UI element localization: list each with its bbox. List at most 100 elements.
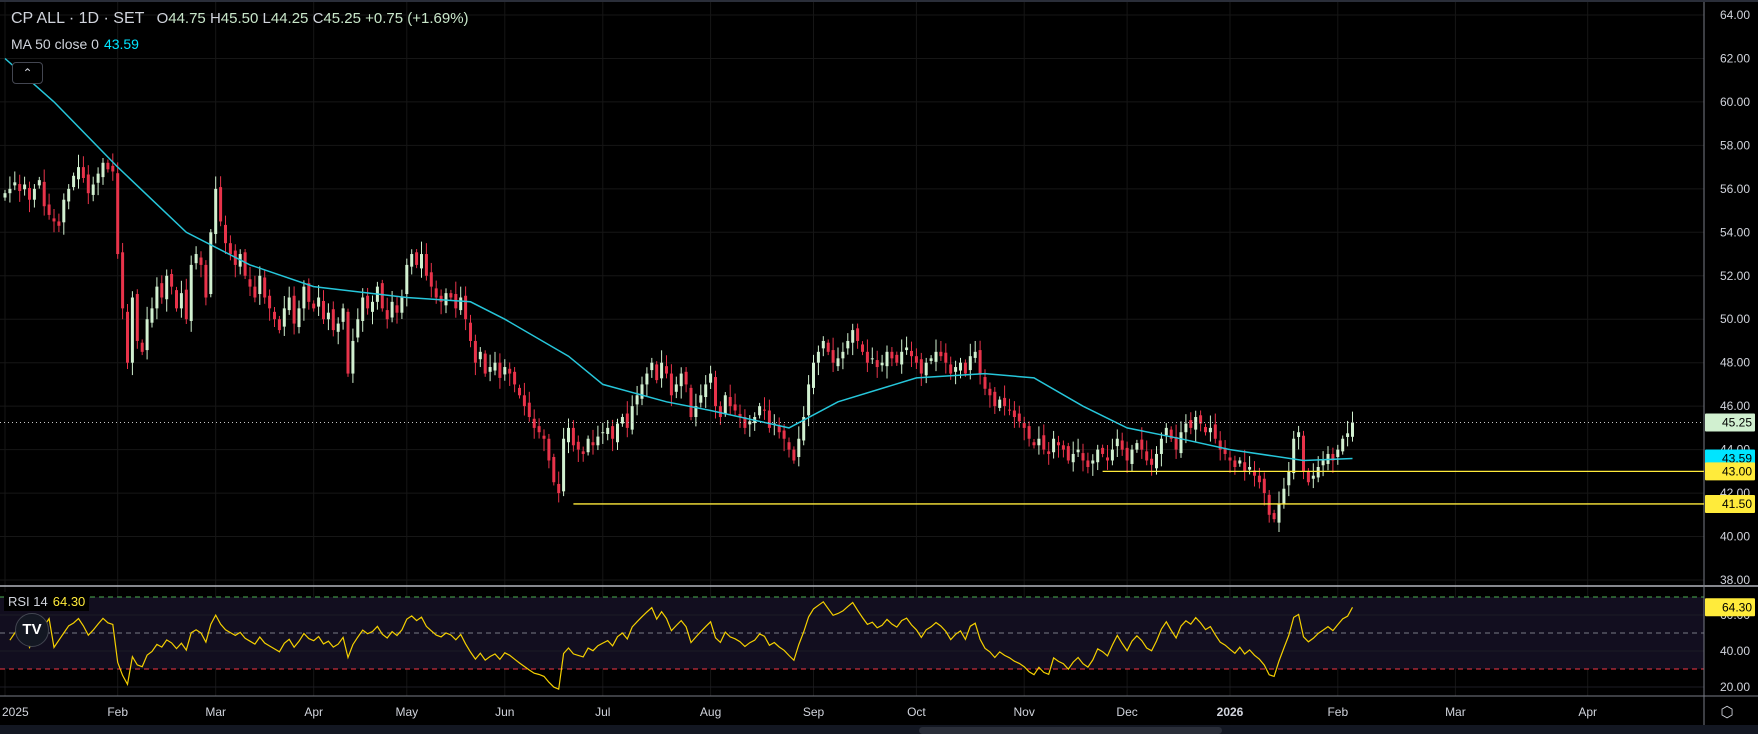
price-tick-label: 46.00: [1720, 399, 1750, 413]
time-tick-label: Jul: [595, 705, 610, 719]
candle-down: [581, 451, 585, 454]
candle-up: [32, 188, 36, 200]
candle-down: [228, 243, 232, 255]
candle-down: [1204, 427, 1207, 433]
candle-up: [209, 232, 213, 295]
ma-legend[interactable]: MA 50 close 0 43.59: [11, 36, 139, 52]
candle-down: [611, 426, 615, 439]
settings-gear-icon[interactable]: ⬡: [1717, 703, 1737, 721]
candle-up: [336, 323, 340, 332]
candle-down: [910, 350, 913, 357]
candle-up: [1096, 449, 1100, 463]
candle-down: [1027, 426, 1031, 439]
low-label: L: [262, 10, 271, 27]
candle-down: [983, 377, 987, 389]
candle-up: [101, 162, 105, 178]
candle-down: [135, 294, 139, 341]
candle-up: [620, 417, 624, 424]
candle-down: [856, 328, 860, 341]
candle-down: [552, 457, 556, 483]
price-chart[interactable]: 64.00 62.00 60.00 58.00 56.00 54.00 52.00 50.00…: [0, 0, 1758, 734]
time-scrollbar[interactable]: [919, 727, 1222, 734]
symbol-title[interactable]: CP ALL · 1D · SET: [11, 10, 144, 27]
candle-down: [449, 293, 453, 298]
candle-up: [606, 427, 610, 434]
candle-down: [1022, 423, 1026, 428]
candle-up: [905, 347, 909, 351]
candle-down: [204, 264, 208, 298]
candle-up: [650, 362, 654, 371]
candle-down: [875, 360, 879, 368]
rsi-label: RSI 14: [8, 594, 48, 609]
candle-down: [263, 277, 267, 298]
candle-up: [478, 351, 482, 360]
tradingview-logo[interactable]: TV: [15, 613, 49, 647]
candle-up: [640, 384, 644, 399]
candle-down: [434, 288, 438, 298]
rsi-legend[interactable]: RSI 14 64.30: [4, 592, 90, 611]
price-badge-label: 43.00: [1722, 464, 1752, 478]
candle-up: [973, 351, 977, 358]
collapse-legend-button[interactable]: ⌃: [12, 62, 43, 84]
candle-up: [444, 293, 448, 306]
candle-up: [601, 432, 605, 434]
candle-up: [37, 180, 41, 186]
candle-down: [718, 406, 722, 418]
candle-down: [429, 272, 433, 287]
candle-down: [782, 430, 786, 439]
candle-down: [175, 290, 178, 309]
candle-up: [870, 358, 874, 360]
candle-up: [1164, 427, 1168, 436]
candle-up: [371, 301, 374, 312]
candle-up: [317, 297, 321, 307]
candle-up: [130, 297, 134, 363]
candle-down: [346, 311, 350, 374]
candle-up: [72, 175, 76, 188]
candle-down: [28, 187, 31, 200]
candle-down: [1189, 420, 1193, 428]
candle-down: [1228, 457, 1232, 461]
close-value: 45.25: [323, 10, 361, 27]
candle-down: [557, 483, 561, 494]
candle-down: [1243, 462, 1247, 472]
candle-up: [1052, 438, 1056, 453]
candle-down: [439, 295, 443, 302]
time-tick-label: May: [395, 705, 418, 719]
price-tick-label: 58.00: [1720, 138, 1750, 152]
candle-up: [390, 301, 394, 318]
candle-up: [959, 362, 962, 371]
time-tick-label: Nov: [1014, 705, 1035, 719]
candle-down: [277, 319, 281, 331]
time-tick-label: Apr: [304, 705, 323, 719]
candle-down: [1306, 471, 1310, 483]
price-tick-label: 64.00: [1720, 8, 1750, 22]
time-tick-label: Oct: [907, 705, 926, 719]
candle-up: [258, 275, 262, 295]
candle-up: [1238, 460, 1242, 464]
candle-up: [302, 286, 306, 309]
price-tick-label: 52.00: [1720, 269, 1750, 283]
candle-down: [988, 388, 992, 396]
candle-down: [1302, 435, 1305, 472]
candle-up: [851, 330, 855, 343]
time-tick-label: Mar: [1445, 705, 1466, 719]
candle-up: [459, 297, 463, 311]
candle-up: [62, 199, 66, 223]
candle-down: [787, 442, 791, 450]
candle-up: [596, 436, 600, 446]
candle-down: [689, 387, 693, 418]
candle-up: [91, 184, 95, 195]
candle-up: [929, 358, 933, 361]
candle-down: [547, 438, 551, 461]
candle-up: [885, 351, 889, 367]
candle-up: [841, 351, 845, 359]
candle-up: [341, 308, 345, 322]
rsi-tick-label: 20.00: [1720, 680, 1750, 694]
candle-down: [518, 387, 521, 396]
chevron-up-icon: ⌃: [22, 66, 33, 80]
candle-down: [1145, 451, 1149, 461]
candle-down: [415, 252, 419, 265]
candle-down: [733, 404, 737, 411]
candle-up: [189, 264, 193, 321]
candle-down: [826, 342, 830, 352]
